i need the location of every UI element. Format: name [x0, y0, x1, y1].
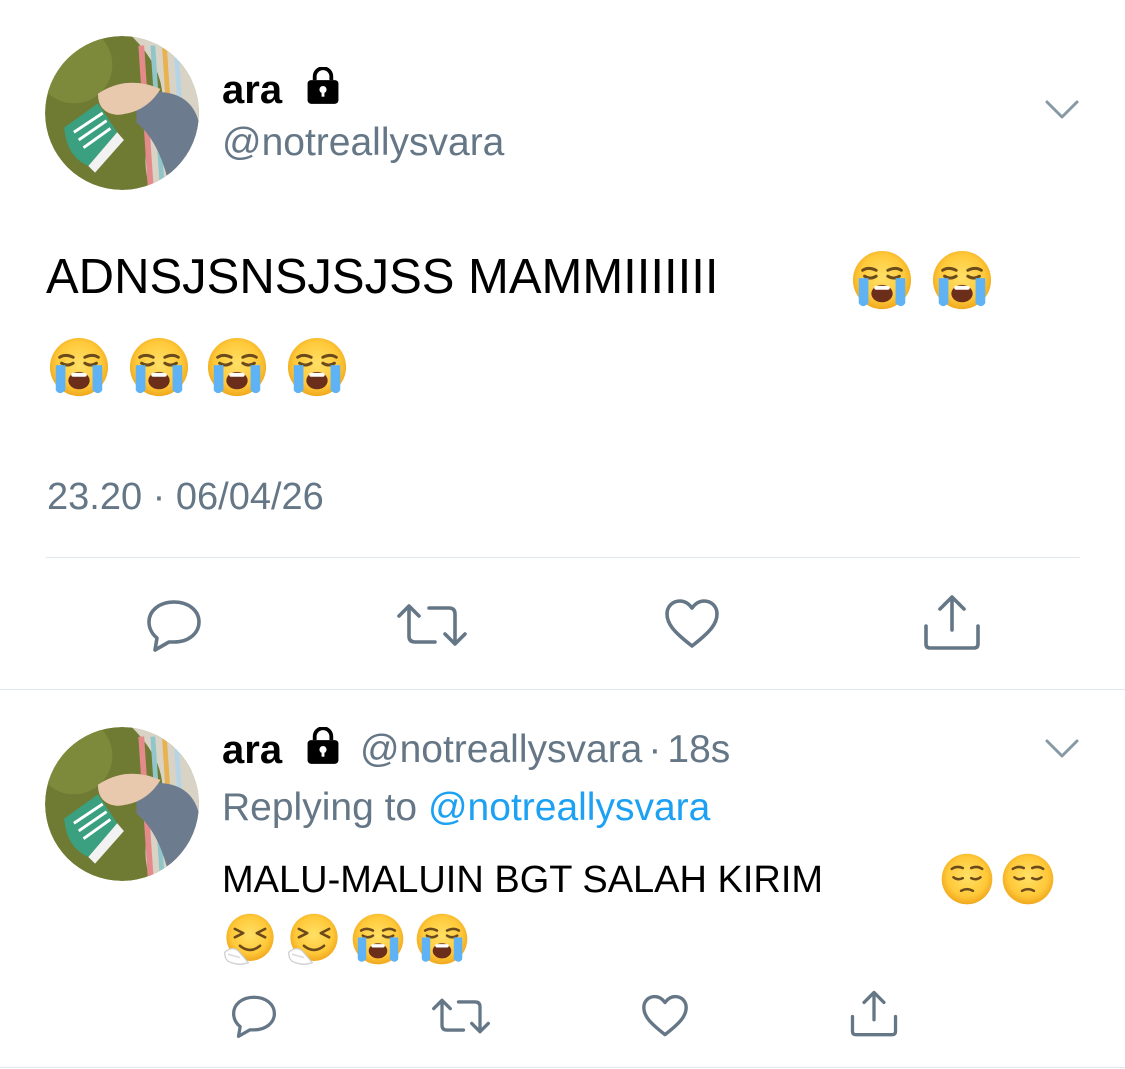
section-divider [0, 689, 1125, 690]
sneezing-face-icon [287, 912, 339, 966]
reply-author-name[interactable]: ara [222, 728, 282, 772]
replying-to-handle-link[interactable]: @notreallysvara [428, 786, 710, 829]
lock-icon [302, 66, 344, 106]
loudly-crying-face-icon [851, 249, 913, 311]
loudly-crying-face-icon [128, 336, 190, 398]
reply-header: ara [222, 730, 282, 770]
divider [46, 557, 1080, 558]
reply-icon [232, 995, 276, 1038]
author-handle[interactable]: @notreallysvara [222, 123, 504, 162]
share-button[interactable] [922, 594, 982, 652]
chevron-down-icon[interactable] [1044, 737, 1080, 761]
age-separator: · [648, 728, 662, 771]
reply-reply-button[interactable] [230, 994, 278, 1038]
reply-author-avatar[interactable] [45, 727, 199, 881]
reply-handle-line: @notreallysvara · 18s [360, 730, 730, 769]
sneezing-face-icon [223, 912, 275, 966]
chevron-down-icon[interactable] [1044, 98, 1080, 122]
author-name[interactable]: ara [222, 70, 282, 110]
reply-age: 18s [667, 728, 731, 771]
pensive-face-icon [940, 852, 994, 906]
bottom-divider [0, 1067, 1125, 1068]
loudly-crying-face-icon [931, 249, 993, 311]
reply-retweet-button[interactable] [432, 997, 490, 1035]
lock-icon [302, 726, 344, 766]
tweet-date: 06/04/26 [175, 476, 324, 518]
replying-to: Replying to @notreallysvara [222, 788, 710, 827]
replying-to-label: Replying to [222, 786, 418, 829]
tweet-emoji-line-2 [48, 336, 358, 400]
loudly-crying-face-icon [415, 912, 469, 966]
reply-emoji-line-1 [940, 852, 1060, 908]
reply-share-button[interactable] [849, 990, 899, 1038]
loudly-crying-face-icon [48, 336, 110, 398]
timestamp-separator: · [152, 476, 166, 518]
retweet-icon [432, 998, 490, 1034]
tweet-emoji-line-1 [851, 249, 1001, 311]
tweet-time: 23.20 [47, 476, 143, 518]
reply-emoji-line-2 [223, 912, 473, 968]
pensive-face-icon [1001, 852, 1055, 906]
retweet-button[interactable] [397, 602, 467, 648]
reply-author-handle[interactable]: @notreallysvara [360, 728, 642, 771]
like-icon [665, 599, 719, 648]
loudly-crying-face-icon [286, 336, 348, 398]
tweet-timestamp: 23.20 · 06/04/26 [47, 478, 324, 516]
retweet-icon [397, 604, 467, 646]
share-icon [924, 595, 980, 650]
share-icon [850, 990, 898, 1037]
reply-text: MALU-MALUIN BGT SALAH KIRIM [222, 859, 824, 901]
reply-button[interactable] [145, 598, 203, 652]
tweet-text: ADNSJSNSJSJSS MAMMIIIIIII [46, 250, 719, 304]
loudly-crying-face-icon [351, 912, 405, 966]
loudly-crying-face-icon [206, 336, 268, 398]
reply-like-button[interactable] [641, 994, 689, 1038]
like-icon [642, 994, 688, 1037]
like-button[interactable] [664, 598, 720, 650]
author-avatar[interactable] [45, 36, 199, 190]
reply-icon [147, 600, 201, 652]
